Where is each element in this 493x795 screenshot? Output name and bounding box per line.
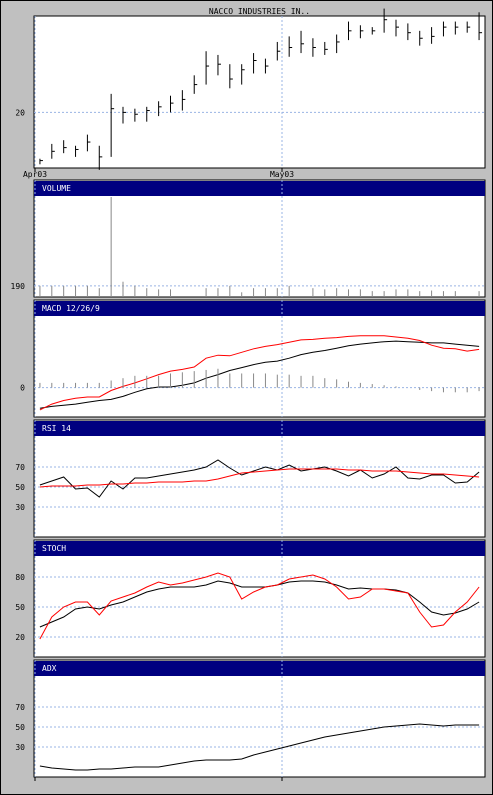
panel-3 [33, 419, 486, 538]
panel-header-2 [34, 301, 485, 316]
panel-header-3 [34, 421, 485, 436]
panel-header-4 [34, 541, 485, 556]
ytick-label-5-1: 50 [15, 723, 25, 732]
panel-header-1 [34, 181, 485, 196]
panel-title-3: RSI 14 [42, 424, 71, 433]
panel-5 [33, 659, 486, 778]
ytick-label-2-0: 0 [20, 384, 25, 393]
panel-header-5 [34, 661, 485, 676]
ytick-label-4-2: 80 [15, 573, 25, 582]
ytick-label-4-0: 20 [15, 633, 25, 642]
ytick-label-0-0: 20 [15, 108, 25, 117]
ytick-label-4-1: 50 [15, 603, 25, 612]
panel-title-4: STOCH [42, 544, 66, 553]
ytick-label-1-0: 190 [11, 282, 26, 291]
panel-2 [33, 299, 486, 418]
xtick-label-0: Apr03 [23, 170, 47, 179]
ytick-label-3-1: 50 [15, 483, 25, 492]
panel-4 [33, 539, 486, 658]
panel-bg-4 [33, 539, 486, 658]
ytick-label-3-0: 30 [15, 503, 25, 512]
panel-bg-0 [33, 15, 486, 169]
panel-title-2: MACD 12/26/9 [42, 304, 100, 313]
xtick-label-1: May03 [270, 170, 294, 179]
panel-bg-2 [33, 299, 486, 418]
panel-title-1: VOLUME [42, 184, 71, 193]
panel-bg-1 [33, 179, 486, 298]
main-title: NACCO INDUSTRIES IN.. [209, 7, 310, 16]
panel-bg-5 [33, 659, 486, 778]
panel-0 [33, 8, 486, 172]
ytick-label-3-2: 70 [15, 463, 25, 472]
chart-svg: 20 NACCO INDUSTRIES IN.. Apr03 May03 VOLUME 1… [0, 0, 493, 795]
ytick-label-5-2: 70 [15, 703, 25, 712]
ytick-label-5-0: 30 [15, 743, 25, 752]
panel-title-5: ADX [42, 664, 57, 673]
panel-1 [33, 179, 486, 298]
